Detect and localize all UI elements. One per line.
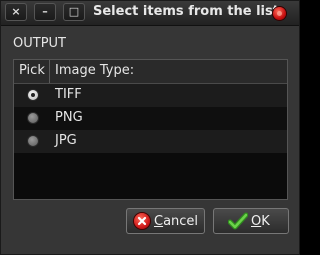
- cancel-button-label: Cancel: [154, 214, 199, 229]
- radio-button-selected[interactable]: [27, 89, 39, 101]
- window-title: Select items from the list: [93, 4, 279, 19]
- column-header-image-type[interactable]: Image Type:: [55, 63, 134, 78]
- list-item-label: JPG: [55, 133, 77, 148]
- window-maximize-button[interactable]: □: [63, 3, 85, 21]
- list-item-label: TIFF: [55, 87, 82, 102]
- list-item-label: PNG: [55, 110, 83, 125]
- list-header: Pick Image Type:: [14, 60, 287, 84]
- cancel-button[interactable]: Cancel: [126, 208, 205, 234]
- ok-button[interactable]: OK: [213, 208, 289, 234]
- red-close-orb-icon[interactable]: [273, 7, 286, 20]
- checkmark-icon: [227, 212, 249, 230]
- radio-button[interactable]: [27, 112, 39, 124]
- radio-button[interactable]: [27, 135, 39, 147]
- items-list: Pick Image Type: TIFF PNG JPG: [13, 59, 288, 200]
- list-item[interactable]: PNG: [14, 107, 287, 130]
- window-minimize-button[interactable]: –: [34, 3, 56, 21]
- list-item[interactable]: TIFF: [14, 84, 287, 107]
- column-separator[interactable]: [49, 60, 50, 83]
- cancel-icon: [134, 213, 150, 229]
- dialog-window: × – □ Select items from the list OUTPUT …: [0, 0, 300, 255]
- section-label: OUTPUT: [13, 36, 66, 51]
- window-close-button[interactable]: ×: [5, 3, 27, 21]
- ok-button-label: OK: [251, 214, 270, 229]
- list-item[interactable]: JPG: [14, 130, 287, 153]
- column-header-pick[interactable]: Pick: [19, 63, 45, 78]
- title-bar[interactable]: × – □ Select items from the list: [1, 1, 299, 26]
